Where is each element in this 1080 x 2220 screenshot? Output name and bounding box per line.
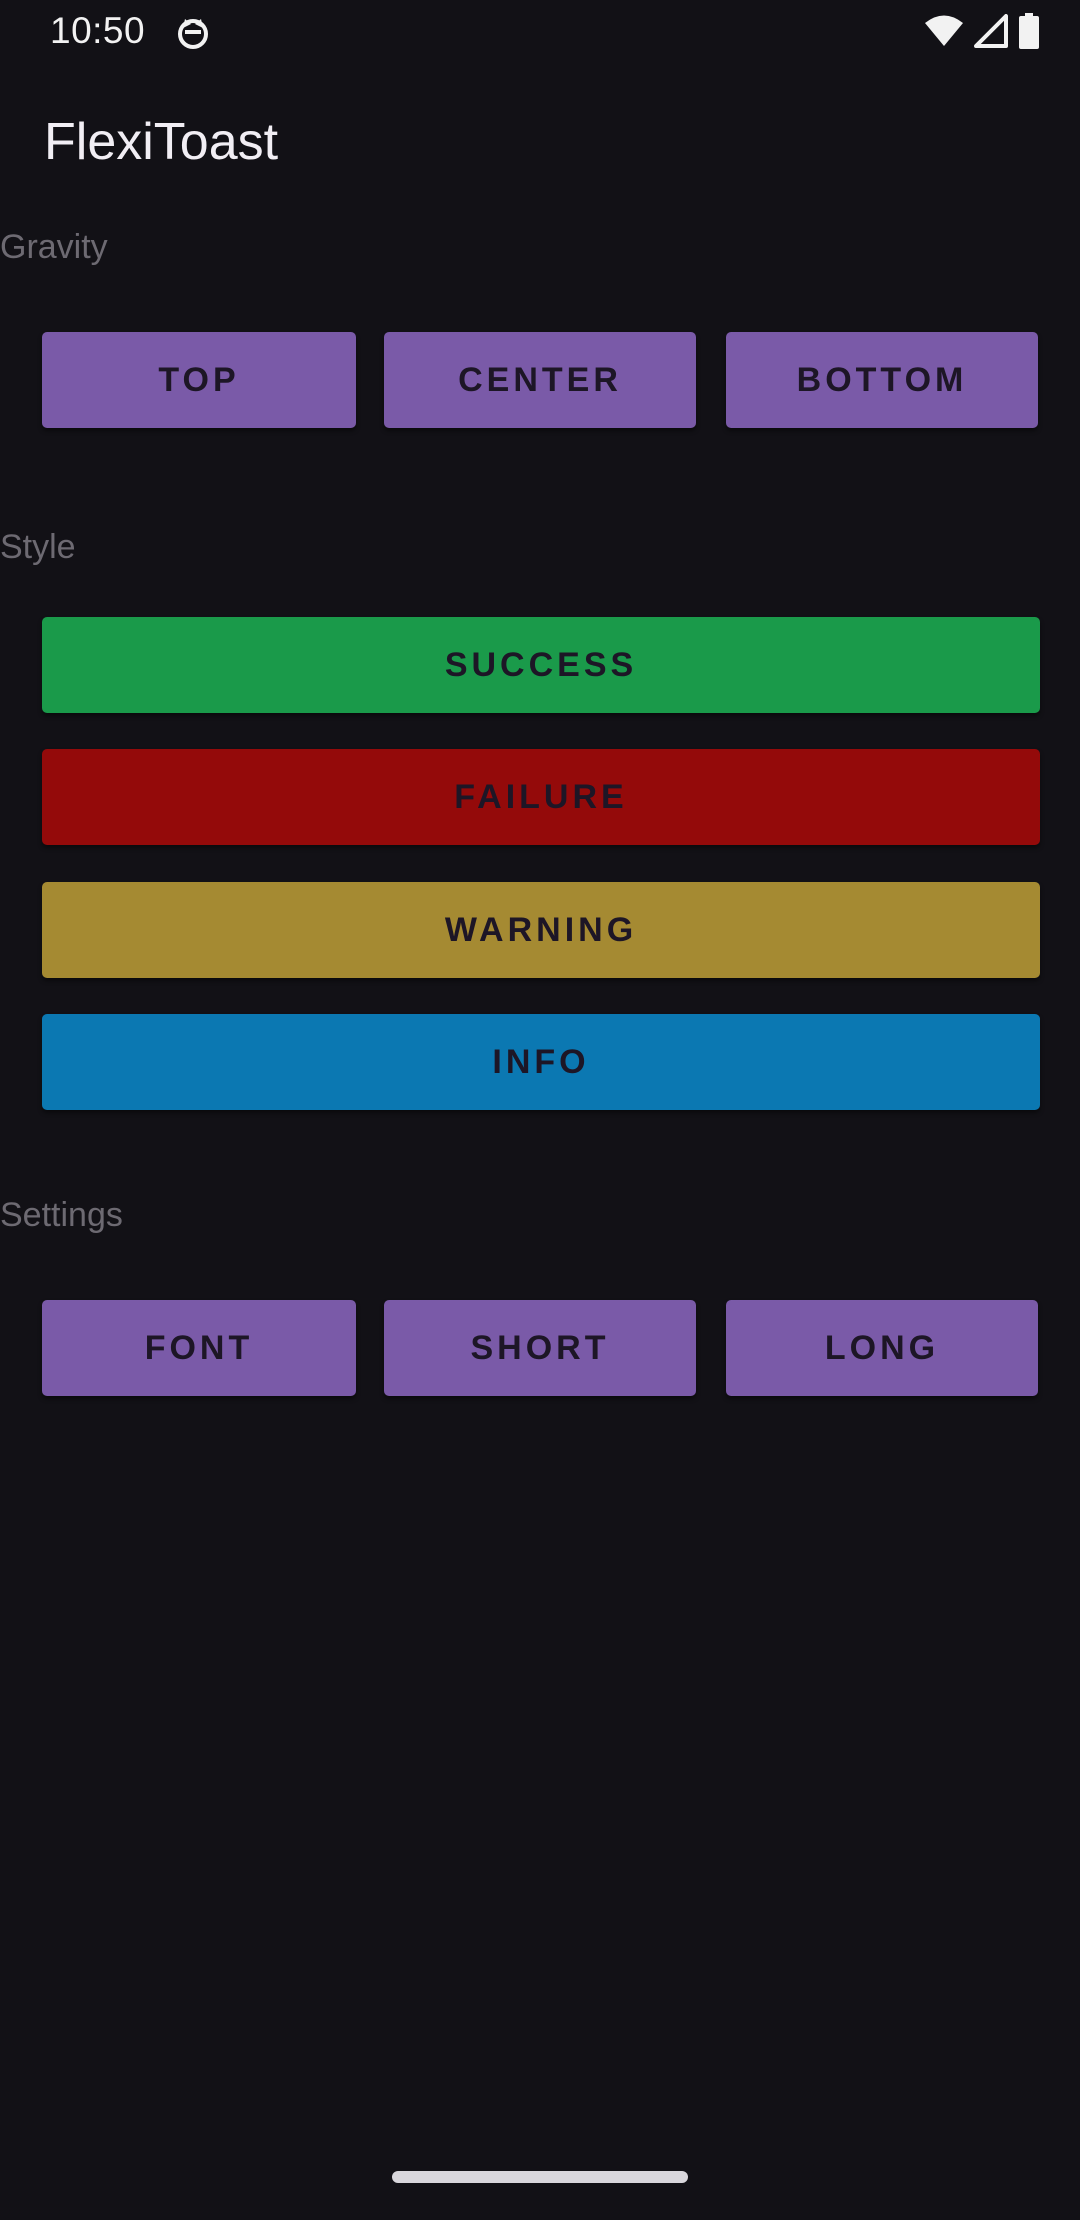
info-button[interactable]: INFO [42, 1014, 1040, 1110]
status-bar: 10:50 [0, 0, 1080, 66]
gravity-top-button[interactable]: TOP [42, 332, 356, 428]
cell-signal-icon [974, 13, 1008, 53]
status-icons [924, 12, 1040, 54]
gravity-center-button[interactable]: CENTER [384, 332, 696, 428]
gravity-section-label: Gravity [0, 228, 108, 266]
long-duration-button[interactable]: LONG [726, 1300, 1038, 1396]
success-button[interactable]: SUCCESS [42, 617, 1040, 713]
wifi-icon [924, 14, 964, 53]
gravity-bottom-button[interactable]: BOTTOM [726, 332, 1038, 428]
style-section-label: Style [0, 528, 76, 566]
cat-notification-icon [176, 16, 210, 50]
app-title: FlexiToast [44, 113, 279, 171]
font-button[interactable]: FONT [42, 1300, 356, 1396]
battery-icon [1018, 12, 1040, 54]
short-duration-button[interactable]: SHORT [384, 1300, 696, 1396]
gesture-navigation-bar[interactable] [392, 2171, 688, 2183]
warning-button[interactable]: WARNING [42, 882, 1040, 978]
settings-section-label: Settings [0, 1196, 123, 1234]
failure-button[interactable]: FAILURE [42, 749, 1040, 845]
status-time: 10:50 [50, 10, 146, 51]
